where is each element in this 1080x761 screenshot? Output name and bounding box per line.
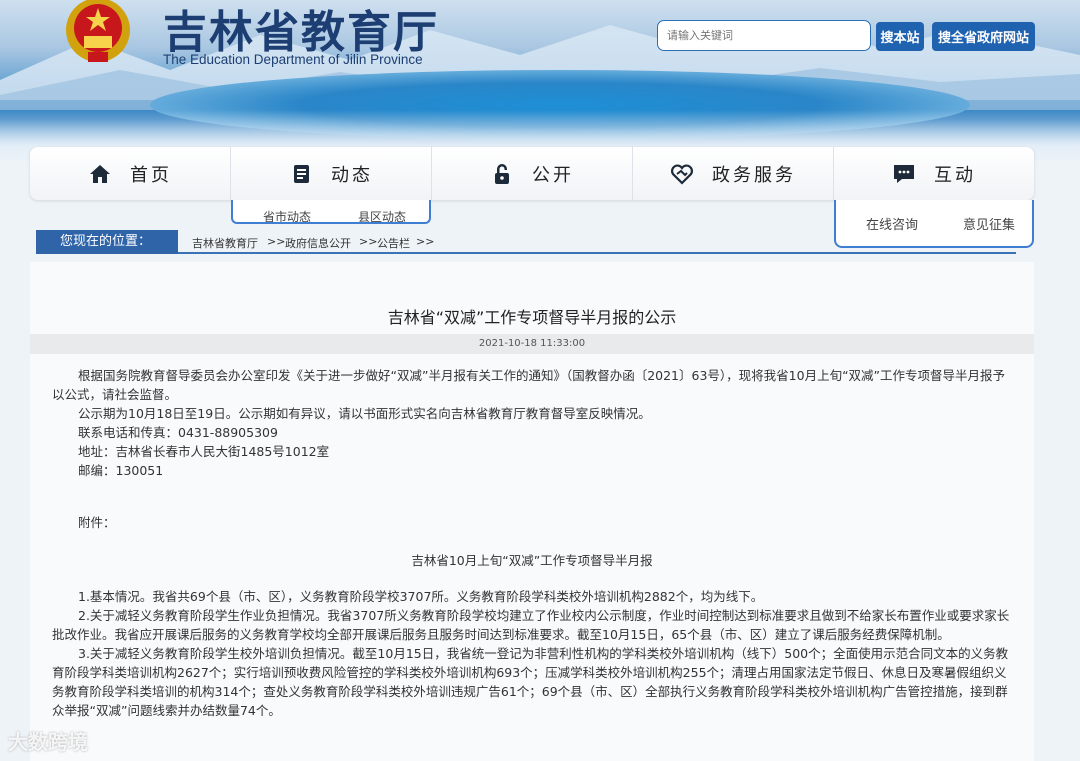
article-panel: 吉林省“双减”工作专项督导半月报的公示 2021-10-18 11:33:00 … <box>30 262 1034 761</box>
report-paragraph: 1.基本情况。我省共69个县（市、区），义务教育阶段学校3707所。义务教育阶段… <box>78 589 764 604</box>
home-icon <box>90 164 110 183</box>
nav-item-label: 动态 <box>331 164 373 186</box>
search-all-gov-button[interactable]: 搜全省政府网站 <box>932 22 1035 51</box>
nav-item-label: 互动 <box>934 164 976 186</box>
nav-item-hudong[interactable]: 互动 <box>834 147 1034 200</box>
article-title: 吉林省“双减”工作专项督导半月报的公示 <box>387 308 677 327</box>
nav-item-label: 首页 <box>130 164 172 186</box>
contact-phone: 联系电话和传真：0431-88905309 <box>78 425 278 440</box>
search-site-button[interactable]: 搜本站 <box>876 22 924 51</box>
nav-item-dongtai[interactable]: 动态 <box>231 147 432 200</box>
dongtai-submenu: 省市动态 县区动态 <box>231 200 431 224</box>
report-paragraph: 3.关于减轻义务教育阶段学生校外培训负担情况。截至10月15日，我省统一登记为非… <box>52 646 1009 718</box>
nav-item-gongkai[interactable]: 公开 <box>432 147 633 200</box>
breadcrumb-label: 您现在的位置： <box>36 230 178 254</box>
handshake-heart-icon <box>671 164 693 185</box>
paragraph: 根据国务院教育督导委员会办公室印发《关于进一步做好“双减”半月报有关工作的通知》… <box>52 368 1006 402</box>
site-title: 吉林省教育厅 <box>163 7 439 58</box>
document-icon <box>294 164 309 183</box>
breadcrumb-link-home[interactable]: 吉林省教育厅 <box>192 235 258 251</box>
nav-item-label: 公开 <box>532 164 574 186</box>
nav-item-label: 政务服务 <box>712 164 796 186</box>
contact-postcode: 邮编：130051 <box>78 463 164 478</box>
nav-item-zhengwu[interactable]: 政务服务 <box>633 147 834 200</box>
contact-address: 地址：吉林省长春市人民大街1485号1012室 <box>78 444 330 459</box>
submenu-item-xianqu[interactable]: 县区动态 <box>358 208 406 222</box>
watermark-logo: 大数跨境 <box>8 730 88 754</box>
attachment-title: 吉林省10月上旬“双减”工作专项督导半月报 <box>411 553 653 568</box>
breadcrumb-separator: >> <box>416 235 435 248</box>
breadcrumb-link-gonggaolan[interactable]: 公告栏 <box>377 235 410 251</box>
main-nav: 首页 动态 公开 政务服务 互动 <box>30 147 1034 200</box>
report-body: 1.基本情况。我省共69个县（市、区），义务教育阶段学校3707所。义务教育阶段… <box>52 587 1012 720</box>
breadcrumb-link-gongkai[interactable]: 政府信息公开 <box>285 235 351 251</box>
lock-icon <box>495 163 509 184</box>
submenu-item-shishi[interactable]: 省市动态 <box>263 208 311 222</box>
breadcrumb-separator: >> <box>267 235 286 248</box>
breadcrumb: 您现在的位置： 吉林省教育厅 >> 政府信息公开 >> 公告栏 >> <box>36 230 1016 254</box>
attachment-label: 附件： <box>52 513 1012 532</box>
article-body: 根据国务院教育督导委员会办公室印发《关于进一步做好“双减”半月报有关工作的通知》… <box>52 366 1012 480</box>
nav-item-home[interactable]: 首页 <box>30 147 231 200</box>
national-emblem-icon <box>66 0 130 62</box>
site-subtitle: The Education Department of Jilin Provin… <box>163 52 423 67</box>
search-input[interactable] <box>657 20 871 51</box>
report-paragraph: 2.关于减轻义务教育阶段学生作业负担情况。我省3707所义务教育阶段学校均建立了… <box>52 608 1010 642</box>
paragraph: 公示期为10月18日至19日。公示期如有异议，请以书面形式实名向吉林省教育厅教育… <box>78 406 651 421</box>
attachment-label-text: 附件： <box>78 515 116 530</box>
chat-icon <box>894 164 914 183</box>
article-date: 2021-10-18 11:33:00 <box>30 334 1034 354</box>
breadcrumb-separator: >> <box>359 235 378 248</box>
